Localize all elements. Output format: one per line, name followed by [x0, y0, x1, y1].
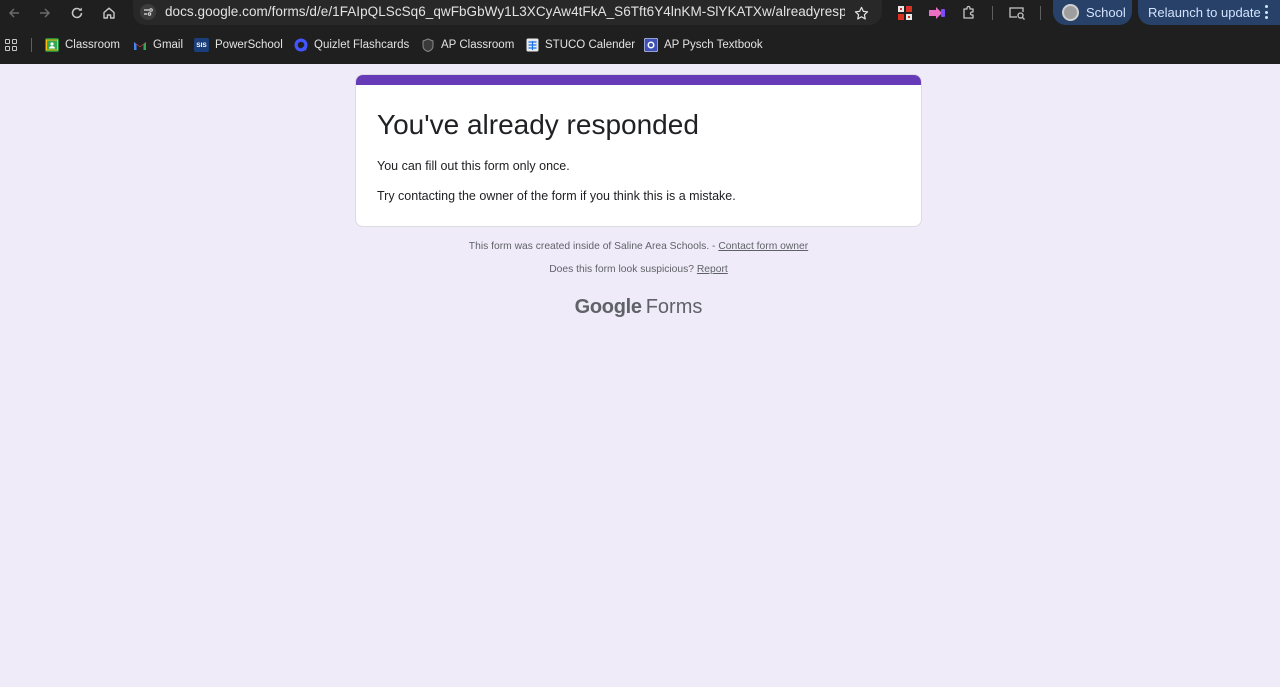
created-inside-notice: This form was created inside of Saline A…: [0, 241, 1277, 252]
bookmark-label: PowerSchool: [215, 39, 283, 51]
bookmark-label: AP Pysch Textbook: [664, 39, 763, 51]
bookmark-ap-classroom[interactable]: AP Classroom: [421, 36, 514, 54]
apps-grid-icon[interactable]: [5, 39, 18, 52]
home-icon: [103, 7, 115, 19]
bookmark-quizlet[interactable]: Quizlet Flashcards: [294, 36, 409, 54]
address-bar[interactable]: docs.google.com/forms/d/e/1FAIpQLScSq6_q…: [133, 0, 882, 25]
relaunch-label: Relaunch to update: [1148, 5, 1261, 20]
browser-toolbar: docs.google.com/forms/d/e/1FAIpQLScSq6_q…: [0, 0, 1280, 26]
url-text[interactable]: docs.google.com/forms/d/e/1FAIpQLScSq6_q…: [165, 4, 845, 19]
google-sheets-icon: [525, 38, 539, 52]
browser-chrome: docs.google.com/forms/d/e/1FAIpQLScSq6_q…: [0, 0, 1280, 64]
back-arrow-icon: [8, 8, 19, 18]
reload-icon: [71, 7, 83, 19]
reload-button[interactable]: [66, 2, 88, 24]
google-wordmark: Google: [574, 296, 642, 318]
textbook-icon: [644, 38, 658, 52]
profile-avatar: [1062, 4, 1079, 21]
cast-search-icon[interactable]: [1007, 3, 1027, 23]
page-title: You've already responded: [377, 109, 699, 140]
suspicious-text: Does this form look suspicious?: [549, 264, 697, 275]
home-button[interactable]: [98, 2, 120, 24]
bookmark-stuco-calender[interactable]: STUCO Calender: [525, 36, 635, 54]
already-responded-card: You've already responded You can fill ou…: [355, 74, 922, 227]
back-button[interactable]: [3, 2, 25, 24]
bookmark-ap-pysch-textbook[interactable]: AP Pysch Textbook: [644, 36, 763, 54]
bookmarks-divider: [31, 38, 32, 52]
bookmarks-bar: Classroom Gmail SIS PowerSchool Quizlet …: [0, 34, 1280, 56]
gmail-icon: [133, 38, 147, 52]
suspicious-notice: Does this form look suspicious? Report: [0, 264, 1277, 275]
card-theme-bar: [356, 75, 921, 85]
toolbar-divider: [1040, 6, 1041, 20]
report-link[interactable]: Report: [697, 264, 728, 275]
forward-arrow-icon: [40, 8, 51, 18]
relaunch-to-update-button[interactable]: Relaunch to update: [1138, 0, 1280, 25]
quizlet-icon: [294, 38, 308, 52]
bookmark-star-icon[interactable]: [851, 3, 871, 23]
powerschool-icon: SIS: [194, 38, 209, 52]
contact-owner-message: Try contacting the owner of the form if …: [377, 189, 736, 203]
ap-classroom-icon: [421, 38, 435, 52]
bookmark-label: STUCO Calender: [545, 39, 636, 51]
profile-chip[interactable]: School: [1053, 0, 1132, 25]
site-info-icon[interactable]: [140, 4, 156, 20]
bookmark-gmail[interactable]: Gmail: [133, 36, 183, 54]
once-only-message: You can fill out this form only once.: [377, 159, 570, 173]
bookmark-label: Gmail: [153, 39, 184, 51]
forms-wordmark: Forms: [645, 296, 703, 318]
bookmark-label: Classroom: [65, 39, 120, 51]
more-menu-icon[interactable]: [1265, 5, 1269, 20]
contact-form-owner-link[interactable]: Contact form owner: [718, 241, 808, 252]
toolbar-divider: [992, 6, 993, 20]
extension-grid-icon[interactable]: [895, 3, 915, 23]
bookmark-label: Quizlet Flashcards: [314, 39, 410, 51]
created-inside-text: This form was created inside of Saline A…: [468, 241, 719, 252]
bookmark-classroom[interactable]: Classroom: [45, 36, 120, 54]
google-forms-logo[interactable]: Google Forms: [0, 296, 1277, 319]
bookmark-label: AP Classroom: [441, 39, 515, 51]
google-classroom-icon: [45, 38, 59, 52]
extension-arrow-icon[interactable]: [927, 3, 947, 23]
forward-button[interactable]: [34, 2, 56, 24]
extensions-puzzle-icon[interactable]: [959, 3, 979, 23]
bookmark-powerschool[interactable]: SIS PowerSchool: [194, 36, 283, 54]
profile-label: School: [1086, 5, 1126, 20]
